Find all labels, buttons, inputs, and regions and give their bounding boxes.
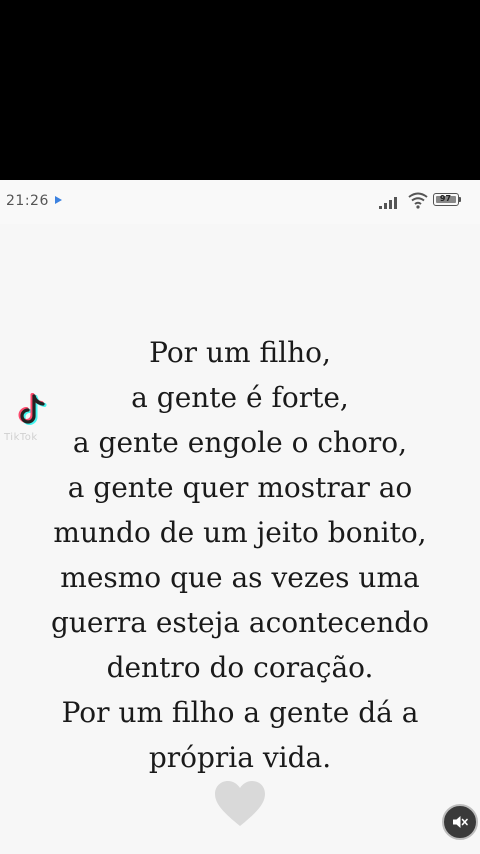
quote-line: a gente engole o choro, [72,426,408,459]
video-letterbox-top [0,0,480,180]
status-bar: 21:26 97 [0,180,480,224]
quote-line: própria vida. [148,741,332,774]
mute-button[interactable] [442,804,478,840]
status-time: 21:26 [6,193,49,209]
signal-icon [379,197,397,209]
heart-icon [215,781,265,826]
battery-tip [459,197,461,202]
quote-line: Por um filho, [149,336,331,369]
wifi-icon [408,192,428,209]
quote-line: guerra esteja acontecendo [50,606,430,639]
quote-line: mesmo que as vezes uma [60,561,420,594]
quote-line: a gente é forte, [131,381,349,414]
play-icon [55,196,62,204]
quote-text: Por um filho, a gente é forte, a gente e… [0,330,480,780]
quote-line: Por um filho a gente dá a [61,696,419,729]
quote-line: mundo de um jeito bonito, [53,516,427,549]
battery-level-text: 97 [439,194,452,203]
tiktok-watermark-text: TikTok [4,432,38,443]
quote-line: dentro do coração. [106,651,374,684]
phone-screen: 21:26 97 Por um filho, a gente é forte, … [0,180,480,854]
mute-icon [453,816,468,828]
tiktok-logo-icon [18,393,47,425]
battery-icon: 97 [433,193,459,206]
quote-line: a gente quer mostrar ao [67,471,413,504]
